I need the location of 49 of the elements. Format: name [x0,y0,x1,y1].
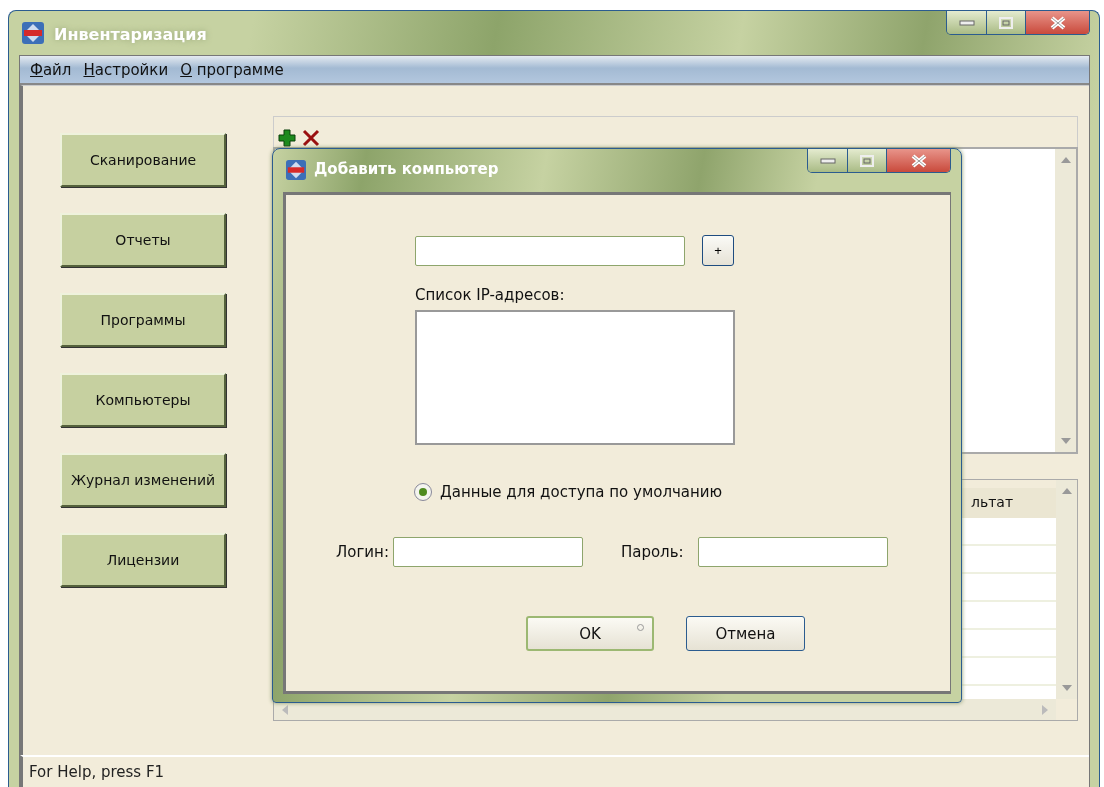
scroll-down-icon [1061,685,1072,691]
maximize-icon [999,16,1013,29]
minimize-icon [958,19,975,26]
close-icon [1048,15,1067,30]
nav-button[interactable]: Сканирование [60,133,226,187]
minimize-icon [819,157,836,164]
scroll-right-icon [1042,704,1048,715]
scroll-down-icon [1060,438,1071,444]
nav-button[interactable]: Компьютеры [60,373,226,427]
maximize-icon [860,154,874,167]
dialog-button[interactable]: OK [526,616,654,651]
column-header[interactable]: льтат [971,488,1056,518]
nav-button[interactable]: Программы [60,293,226,347]
nav-button[interactable]: Отчеты [60,213,226,267]
delete-icon[interactable] [302,129,320,147]
plus-icon[interactable] [278,129,296,147]
scrollbar[interactable] [1056,480,1077,699]
password-label: Пароль: [620,543,684,561]
maximize-button[interactable] [847,149,886,172]
menu-item[interactable]: Файл [30,60,72,79]
nav-button[interactable]: Журнал изменений [60,453,226,507]
ip-list-label: Список IP-адресов: [414,285,566,304]
password-field[interactable] [697,537,888,567]
logo-icon [22,22,44,44]
status-text: For Help, press F1 [29,763,165,781]
window-title: Инвентаризация [54,25,207,44]
scroll-up-icon [1060,157,1071,163]
dialog-title: Добавить компьютер [314,160,499,178]
radio-button[interactable] [414,483,432,501]
login-field[interactable] [392,537,583,567]
close-button[interactable] [1025,11,1089,34]
ip-list[interactable] [415,310,735,445]
dialog-button[interactable]: Отмена [686,616,805,651]
login-label: Логин: [336,543,389,561]
maximize-button[interactable] [986,11,1025,34]
close-icon [909,153,928,168]
ip-field[interactable] [415,235,685,266]
menu-item[interactable]: Настройки [83,60,169,79]
menu-item[interactable]: О программе [180,60,284,79]
minimize-button[interactable] [808,149,847,172]
scroll-up-icon [1061,488,1072,494]
scrollbar[interactable] [1055,149,1076,452]
close-button[interactable] [886,149,950,172]
scroll-left-icon [282,704,288,715]
minimize-button[interactable] [947,11,986,34]
logo-icon [286,160,306,180]
add-button[interactable]: + [702,235,734,266]
nav-button[interactable]: Лицензии [60,533,226,587]
radio-label: Данные для доступа по умолчанию [440,483,723,501]
